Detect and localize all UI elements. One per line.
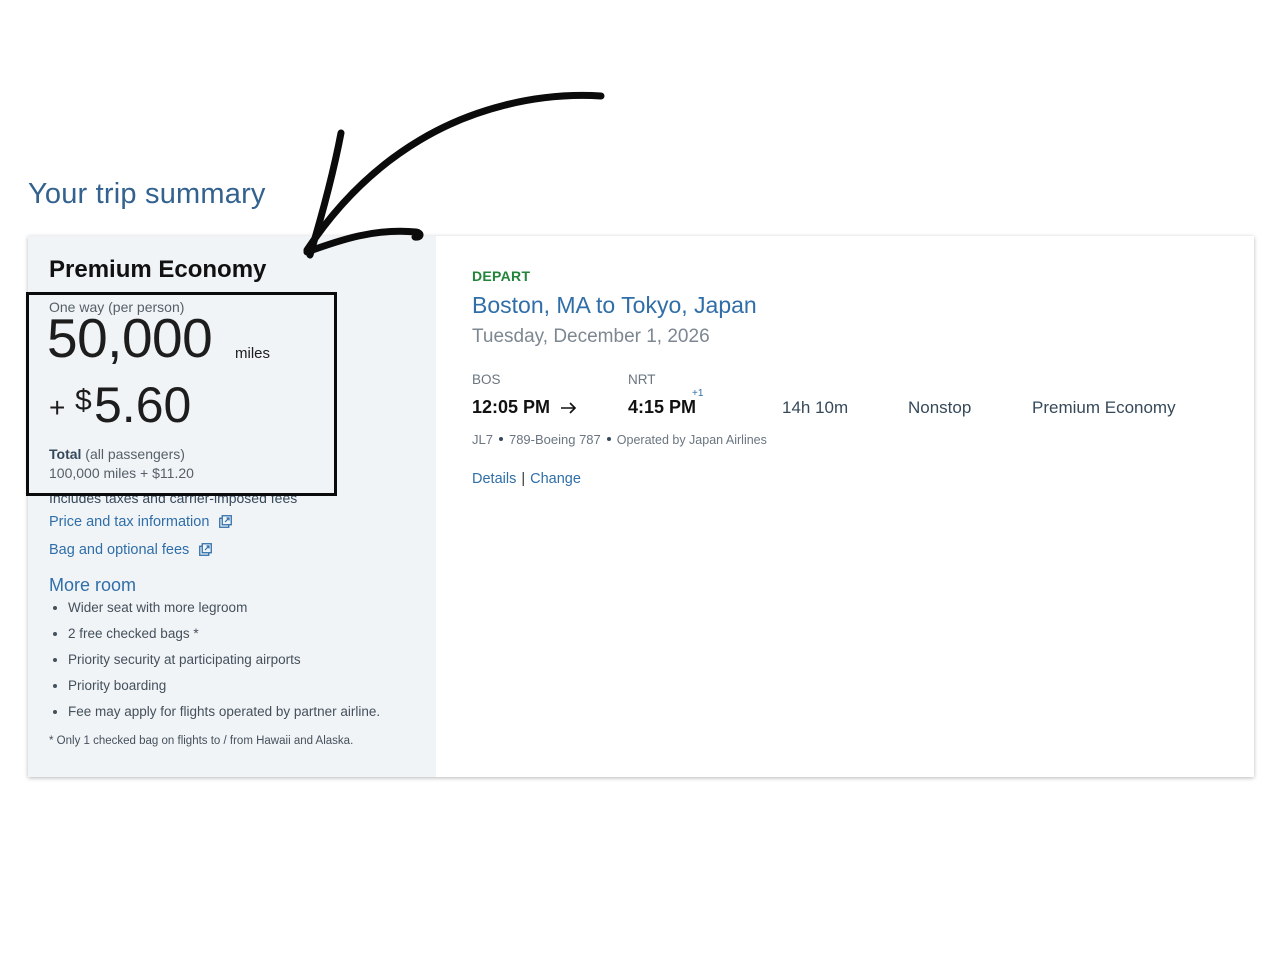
benefit-text: Fee may apply for flights operated by pa… xyxy=(68,704,381,719)
fees-note: Includes taxes and carrier-imposed fees xyxy=(49,490,298,506)
trip-summary-card: Premium Economy One way (per person) 50,… xyxy=(28,236,1254,777)
flight-duration: 14h 10m xyxy=(782,398,849,417)
fare-cabin-title: Premium Economy xyxy=(49,256,267,283)
bag-optional-fees-link[interactable]: Bag and optional fees xyxy=(49,542,213,560)
external-link-icon xyxy=(199,543,213,560)
benefit-text: Priority boarding xyxy=(68,678,167,693)
list-item: Priority security at participating airpo… xyxy=(49,650,380,676)
benefit-text: Wider seat with more legroom xyxy=(68,600,248,615)
benefit-text: 2 free checked bags * xyxy=(68,626,199,641)
trip-details-panel: DEPART Boston, MA to Tokyo, Japan Tuesda… xyxy=(472,236,1254,777)
flight-meta: JL7 789-Boeing 787 Operated by Japan Airli… xyxy=(472,432,767,447)
external-link-icon xyxy=(219,515,233,532)
bullet-icon xyxy=(53,684,57,688)
aircraft-type: 789-Boeing 787 xyxy=(508,432,601,447)
more-room-heading: More room xyxy=(49,575,137,595)
arrival-time: 4:15 PM xyxy=(628,397,697,417)
origin-airport-code: BOS xyxy=(472,372,501,387)
list-item: Wider seat with more legroom xyxy=(49,598,380,624)
list-item: Priority boarding xyxy=(49,676,380,702)
departure-time: 12:05 PM xyxy=(472,397,551,417)
separator-dot xyxy=(606,437,611,441)
stops-info: Nonstop xyxy=(908,398,972,417)
operating-carrier: Operated by Japan Airlines xyxy=(616,433,767,447)
flight-number: JL7 xyxy=(472,432,493,447)
baggage-footnote: * Only 1 checked bag on flights to / fro… xyxy=(49,735,354,747)
travel-date: Tuesday, December 1, 2026 xyxy=(472,326,710,347)
bullet-icon xyxy=(53,658,57,662)
depart-label: DEPART xyxy=(472,268,531,284)
trip-summary-page: Your trip summary Premium Economy One wa… xyxy=(0,0,1280,960)
separator-dot xyxy=(498,437,503,441)
change-link[interactable]: Change xyxy=(530,471,581,487)
bullet-icon xyxy=(53,632,57,636)
bullet-icon xyxy=(53,606,57,610)
miles-unit: miles xyxy=(235,345,271,362)
page-title: Your trip summary xyxy=(28,178,266,210)
bag-optional-fees-label: Bag and optional fees xyxy=(49,542,190,558)
route-title: Boston, MA to Tokyo, Japan xyxy=(472,292,757,318)
price-tax-info-label: Price and tax information xyxy=(49,514,210,530)
arrival-day-offset: +1 xyxy=(692,388,704,399)
plus-sign: + xyxy=(49,392,66,423)
destination-airport-code: NRT xyxy=(628,372,656,387)
trip-actions: Details | Change xyxy=(472,471,581,487)
fare-panel: Premium Economy One way (per person) 50,… xyxy=(28,236,436,777)
benefit-list: Wider seat with more legroom 2 free chec… xyxy=(49,598,380,728)
miles-amount: 50,000 xyxy=(47,307,213,369)
total-qualifier: (all passengers) xyxy=(85,446,185,462)
cash-amount: 5.60 xyxy=(94,377,192,433)
cabin-class: Premium Economy xyxy=(1032,398,1176,417)
price-tax-info-link[interactable]: Price and tax information xyxy=(49,514,233,532)
link-separator: | xyxy=(521,471,526,487)
benefit-text: Priority security at participating airpo… xyxy=(68,652,301,667)
arrow-right-icon xyxy=(560,401,578,420)
currency-symbol: $ xyxy=(75,384,92,417)
total-line: Total (all passengers) xyxy=(49,446,185,462)
list-item: 2 free checked bags * xyxy=(49,624,380,650)
total-label: Total xyxy=(49,446,82,462)
list-item: Fee may apply for flights operated by pa… xyxy=(49,702,380,728)
bullet-icon xyxy=(53,710,57,714)
total-amounts: 100,000 miles + $11.20 xyxy=(49,465,194,481)
details-link[interactable]: Details xyxy=(472,471,516,487)
